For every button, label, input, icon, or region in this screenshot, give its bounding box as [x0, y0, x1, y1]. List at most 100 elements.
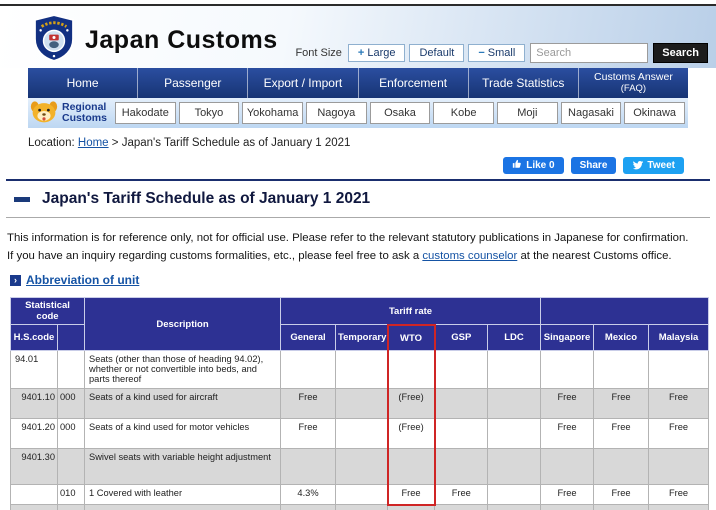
customs-dog-mascot-icon: [30, 98, 58, 129]
table-row: 94.01Seats (other than those of heading …: [11, 351, 709, 389]
cell-gsp: [435, 351, 488, 389]
nav-item[interactable]: Trade Statistics: [469, 68, 579, 98]
intro-paragraph: This information is for reference only, …: [7, 230, 709, 265]
cell-general: Free: [281, 419, 336, 449]
cell-singapore: [541, 351, 594, 389]
abbreviation-of-unit-link[interactable]: Abbreviation of unit: [26, 273, 139, 287]
table-row: 9401.10000Seats of a kind used for aircr…: [11, 389, 709, 419]
header-description: Description: [85, 298, 281, 351]
cell-singapore: [541, 449, 594, 485]
cell-ldc: [488, 449, 541, 485]
regional-office-button[interactable]: Nagasaki: [561, 102, 622, 124]
header-hs-code: H.S.code: [11, 325, 58, 351]
search-input[interactable]: [530, 43, 648, 63]
breadcrumb-prefix: Location:: [28, 137, 75, 149]
brand-home-link[interactable]: Japan Customs: [33, 14, 278, 67]
facebook-like-button[interactable]: Like 0: [503, 157, 563, 174]
regional-office-button[interactable]: Nagoya: [306, 102, 367, 124]
breadcrumb: Location: Home > Japan's Tariff Schedule…: [28, 137, 688, 149]
regional-office-button[interactable]: Tokyo: [179, 102, 240, 124]
cell-gsp: [435, 449, 488, 485]
page: Japan Customs Font Size +Large Default −…: [0, 0, 716, 510]
cell-mexico: Free: [594, 419, 649, 449]
page-title-row: Japan's Tariff Schedule as of January 1 …: [6, 181, 710, 218]
cell-singapore: [541, 505, 594, 510]
header-stat-sub: [58, 325, 85, 351]
cell-gsp: Free: [435, 485, 488, 505]
regional-customs-bar: Regional Customs Hakodate Tokyo Yokohama…: [28, 98, 688, 128]
regional-office-button[interactable]: Kobe: [433, 102, 494, 124]
table-row: 9401.30 Swivel seats with variable height…: [11, 449, 709, 485]
font-size-button[interactable]: +Large: [348, 44, 406, 62]
abbreviation-row: › Abbreviation of unit: [10, 273, 709, 287]
cell-general: [281, 505, 336, 510]
font-size-sign: +: [358, 47, 364, 59]
font-size-sign: −: [478, 47, 484, 59]
header-statistical-code: Statistical code: [11, 298, 85, 325]
cell-mexico: [594, 351, 649, 389]
cell-stat: [58, 505, 85, 510]
nav-item[interactable]: Enforcement: [359, 68, 469, 98]
regional-office-button[interactable]: Yokohama: [242, 102, 303, 124]
cell-wto: (Free): [388, 419, 435, 449]
cell-hs: [11, 485, 58, 505]
cell-malaysia: Free: [649, 389, 709, 419]
nav-item[interactable]: Home: [28, 68, 138, 98]
cell-temporary: [336, 419, 388, 449]
breadcrumb-home-link[interactable]: Home: [78, 137, 109, 149]
nav-item[interactable]: Customs Answer (FAQ): [579, 68, 688, 98]
cell-gsp: [435, 505, 488, 510]
regional-office-button[interactable]: Osaka: [370, 102, 431, 124]
font-size-button[interactable]: Default: [409, 44, 464, 62]
tweet-button[interactable]: Tweet: [623, 157, 684, 174]
cell-desc: [85, 505, 281, 510]
customs-counselor-link[interactable]: customs counselor: [422, 250, 517, 262]
twitter-bird-icon: [632, 159, 643, 173]
cell-mexico: Free: [594, 389, 649, 419]
share-button[interactable]: Share: [571, 157, 617, 174]
tweet-label: Tweet: [647, 160, 675, 171]
cell-wto: [388, 449, 435, 485]
header-fta-group: [541, 298, 709, 325]
header-gsp: GSP: [435, 325, 488, 351]
regional-office-button[interactable]: Okinawa: [624, 102, 685, 124]
cell-gsp: [435, 389, 488, 419]
nav-item-label: Export / Import: [264, 76, 343, 90]
table-row: 0101 Covered with leather4.3%FreeFreeFre…: [11, 485, 709, 505]
like-label: Like 0: [526, 160, 554, 171]
cell-ldc: [488, 485, 541, 505]
header-wto: WTO: [388, 325, 435, 351]
tariff-table: Statistical code Description Tariff rate…: [10, 297, 709, 510]
font-size-button[interactable]: −Small: [468, 44, 525, 62]
header-ldc: LDC: [488, 325, 541, 351]
cell-malaysia: Free: [649, 485, 709, 505]
main-nav: Home Passenger Export / Import Enforceme…: [28, 68, 688, 98]
japan-customs-shield-icon: [33, 14, 75, 67]
cell-desc: Seats of a kind used for aircraft: [85, 389, 281, 419]
cell-hs: 9401.30: [11, 449, 58, 485]
cell-general: Free: [281, 389, 336, 419]
cell-mexico: [594, 449, 649, 485]
site-header: Japan Customs Font Size +Large Default −…: [0, 6, 716, 68]
header-mexico: Mexico: [594, 325, 649, 351]
cell-hs: 9401.10: [11, 389, 58, 419]
nav-item[interactable]: Export / Import: [248, 68, 358, 98]
nav-item[interactable]: Passenger: [138, 68, 248, 98]
cell-gsp: [435, 419, 488, 449]
header-malaysia: Malaysia: [649, 325, 709, 351]
cell-singapore: Free: [541, 485, 594, 505]
cell-malaysia: [649, 351, 709, 389]
cell-desc: Swivel seats with variable height adjust…: [85, 449, 281, 485]
header-controls: Font Size +Large Default −Small Search: [295, 43, 708, 63]
cell-hs: 94.01: [11, 351, 58, 389]
search-button[interactable]: Search: [653, 43, 708, 63]
cell-temporary: [336, 449, 388, 485]
regional-office-button[interactable]: Hakodate: [115, 102, 176, 124]
cell-temporary: [336, 485, 388, 505]
font-size-button-label: Large: [367, 47, 395, 59]
cell-stat: 000: [58, 389, 85, 419]
tariff-table-body: 94.01Seats (other than those of heading …: [11, 351, 709, 510]
regional-office-button[interactable]: Moji: [497, 102, 558, 124]
nav-item-label: Enforcement: [379, 76, 447, 90]
cell-temporary: [336, 389, 388, 419]
